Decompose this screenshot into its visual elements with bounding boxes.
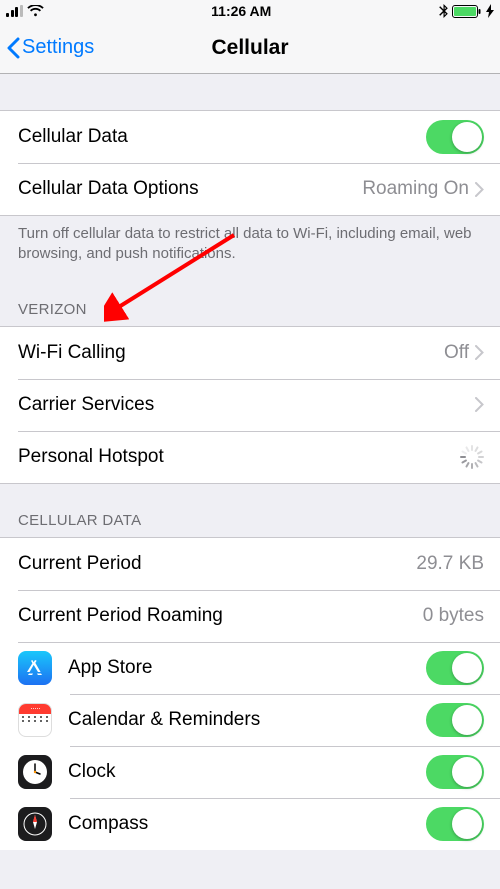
clock-icon [18,755,52,789]
wifi-calling-label: Wi-Fi Calling [18,342,444,364]
status-bar: 11:26 AM [0,0,500,22]
cellular-data-options-row[interactable]: Cellular Data Options Roaming On [0,163,500,215]
app-toggle[interactable] [426,755,484,789]
compass-icon [18,807,52,841]
bluetooth-icon [439,4,448,18]
nav-bar: Settings Cellular [0,22,500,74]
carrier-services-label: Carrier Services [18,394,475,416]
app-toggle[interactable] [426,807,484,841]
cellular-data-row[interactable]: Cellular Data [0,111,500,163]
wifi-calling-row[interactable]: Wi-Fi Calling Off [0,327,500,379]
cellular-data-header: CELLULAR DATA [0,484,500,537]
chevron-right-icon [475,345,484,360]
app-label: App Store [68,657,426,679]
chevron-left-icon [6,37,20,59]
cellular-data-options-value: Roaming On [362,178,469,200]
chevron-right-icon [475,397,484,412]
app-row-calendar[interactable]: Calendar & Reminders [0,694,500,746]
cellular-data-label: Cellular Data [18,126,426,148]
current-period-roaming-value: 0 bytes [423,605,484,627]
app-row-compass[interactable]: Compass [0,798,500,850]
back-button[interactable]: Settings [6,36,94,59]
app-label: Clock [68,761,426,783]
cellular-footer: Turn off cellular data to restrict all d… [0,216,500,283]
carrier-services-row[interactable]: Carrier Services [0,379,500,431]
status-time: 11:26 AM [211,3,271,19]
personal-hotspot-label: Personal Hotspot [18,446,460,468]
cellular-signal-icon [6,5,23,17]
calendar-icon [18,703,52,737]
app-store-icon [18,651,52,685]
app-toggle[interactable] [426,703,484,737]
app-row-appstore[interactable]: App Store [0,642,500,694]
app-row-clock[interactable]: Clock [0,746,500,798]
wifi-icon [27,5,44,17]
loading-spinner-icon [460,445,484,469]
wifi-calling-value: Off [444,342,469,364]
cellular-data-options-label: Cellular Data Options [18,178,362,200]
carrier-header: VERIZON [0,283,500,326]
personal-hotspot-row[interactable]: Personal Hotspot [0,431,500,483]
current-period-roaming-row: Current Period Roaming 0 bytes [0,590,500,642]
carrier-group: Wi-Fi Calling Off Carrier Services Perso… [0,326,500,484]
current-period-label: Current Period [18,553,416,575]
charging-icon [486,4,494,18]
cellular-data-toggle[interactable] [426,120,484,154]
battery-icon [452,5,482,18]
app-label: Calendar & Reminders [68,709,426,731]
app-label: Compass [68,813,426,835]
cellular-data-group: Current Period 29.7 KB Current Period Ro… [0,537,500,850]
app-toggle[interactable] [426,651,484,685]
current-period-row: Current Period 29.7 KB [0,538,500,590]
back-label: Settings [22,36,94,59]
current-period-value: 29.7 KB [416,553,484,575]
chevron-right-icon [475,182,484,197]
page-title: Cellular [211,36,288,60]
current-period-roaming-label: Current Period Roaming [18,605,423,627]
cellular-group: Cellular Data Cellular Data Options Roam… [0,110,500,216]
